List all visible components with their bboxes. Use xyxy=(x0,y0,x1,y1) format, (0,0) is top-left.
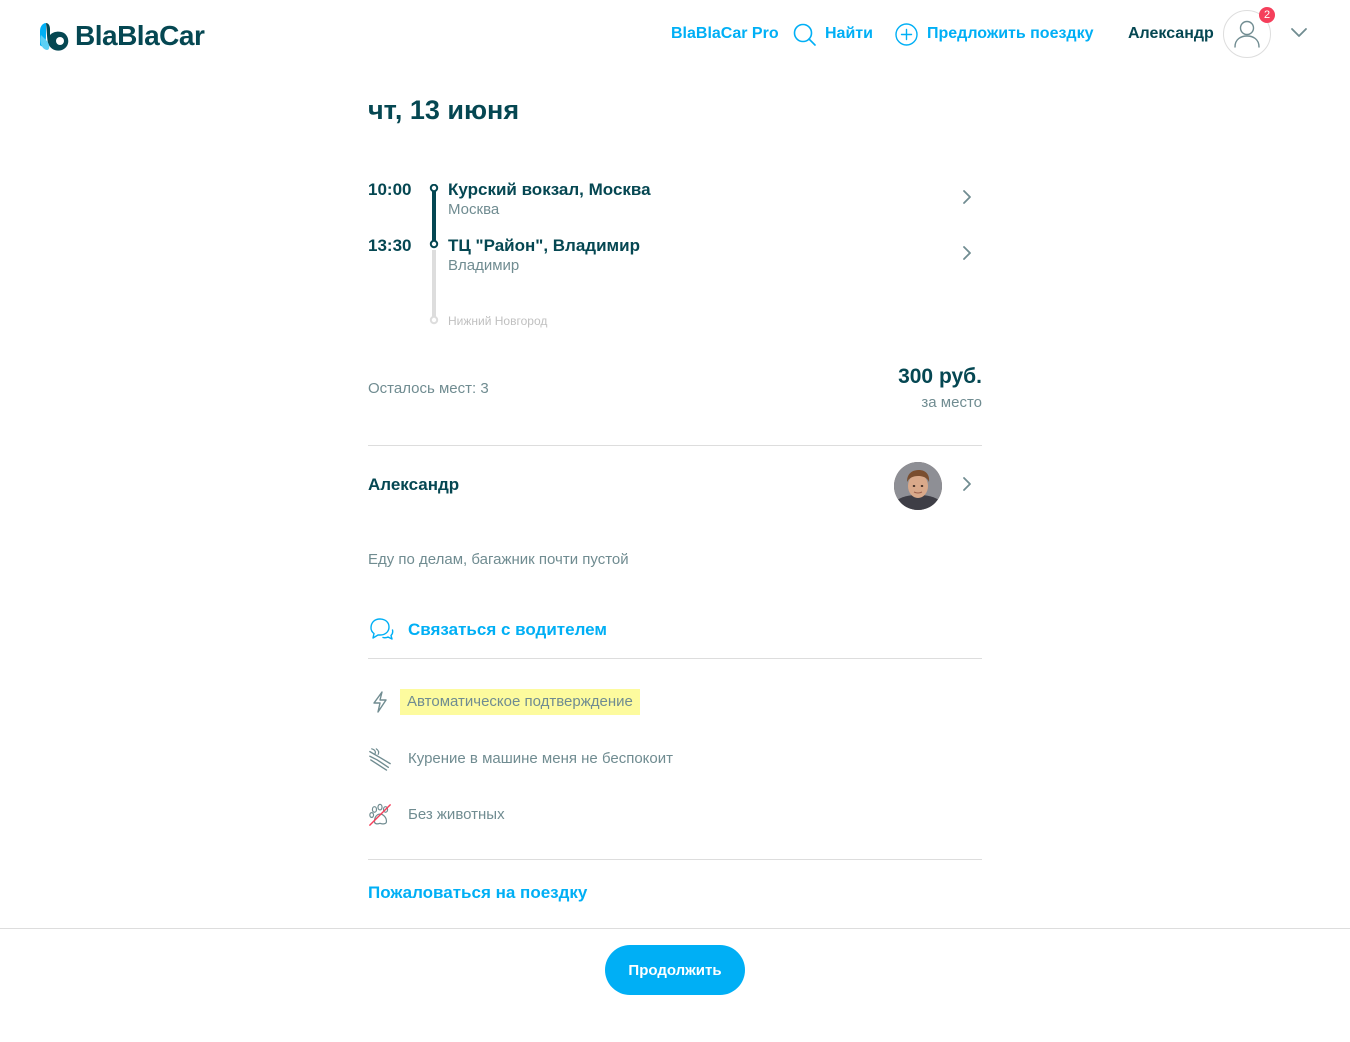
search-icon xyxy=(793,23,816,46)
no-pets-icon xyxy=(368,803,392,827)
logo-text: BlaBlaCar xyxy=(75,20,205,51)
report-trip-link[interactable]: Пожаловаться на поездку xyxy=(368,881,587,905)
preference-smoking: Курение в машине меня не беспокоит xyxy=(368,745,982,773)
lightning-icon xyxy=(368,690,392,714)
trip-date: чт, 13 июня xyxy=(368,95,520,125)
plus-circle-icon xyxy=(895,22,918,46)
nav-pro-label: BlaBlaCar Pro xyxy=(671,25,779,42)
preference-label: Без животных xyxy=(408,806,505,823)
chevron-right-icon xyxy=(962,245,972,266)
blablacar-logo[interactable]: BlaBlaCar xyxy=(38,16,205,56)
route-stop-departure[interactable]: 10:00 Курский вокзал, Москва Москва xyxy=(368,179,982,223)
divider xyxy=(368,658,982,659)
logo-icon xyxy=(40,23,69,51)
chevron-right-icon xyxy=(962,189,972,210)
preference-label: Курение в машине меня не беспокоит xyxy=(408,750,673,767)
preference-label: Автоматическое подтверждение xyxy=(400,689,640,715)
price-unit: за место xyxy=(921,394,982,411)
driver-note: Еду по делам, багажник почти пустой xyxy=(368,551,629,568)
chat-icon xyxy=(368,615,394,646)
chevron-down-icon[interactable] xyxy=(1290,26,1308,45)
divider xyxy=(368,445,982,446)
route-stop-arrival[interactable]: 13:30 ТЦ "Район", Владимир Владимир xyxy=(368,235,982,279)
contact-driver-button[interactable]: Связаться с водителем xyxy=(368,616,607,644)
final-destination: Нижний Новгород xyxy=(448,314,548,328)
driver-avatar[interactable] xyxy=(894,462,942,510)
departure-city: Москва xyxy=(448,201,500,218)
departure-time: 10:00 xyxy=(368,180,412,199)
nav-offer-label: Предложить поездку xyxy=(927,25,1094,42)
user-name[interactable]: Александр xyxy=(1128,20,1214,48)
preference-no-pets: Без животных xyxy=(368,801,982,829)
departure-place: Курский вокзал, Москва xyxy=(448,180,651,199)
driver-name[interactable]: Александр xyxy=(368,474,459,496)
divider xyxy=(368,859,982,860)
contact-driver-label: Связаться с водителем xyxy=(408,620,607,639)
footer-divider xyxy=(0,928,1350,929)
top-navigation: BlaBlaCar BlaBlaCar Pro Найти Предложить… xyxy=(0,0,1350,68)
continue-button[interactable]: Продолжить xyxy=(605,945,745,995)
preference-auto-confirm: Автоматическое подтверждение xyxy=(368,688,982,716)
nav-find[interactable]: Найти xyxy=(793,20,873,48)
arrival-time: 13:30 xyxy=(368,236,412,255)
user-icon xyxy=(1234,20,1260,48)
nav-find-label: Найти xyxy=(825,25,873,42)
nav-offer-ride[interactable]: Предложить поездку xyxy=(895,20,1094,48)
seats-left: Осталось мест: 3 xyxy=(368,380,489,397)
trip-price: 300 руб. xyxy=(898,365,982,388)
nav-blablacar-pro[interactable]: BlaBlaCar Pro xyxy=(671,20,779,48)
arrival-place: ТЦ "Район", Владимир xyxy=(448,236,640,255)
chevron-right-icon[interactable] xyxy=(962,476,972,497)
smoking-icon xyxy=(368,747,392,771)
notification-badge: 2 xyxy=(1259,7,1275,23)
arrival-city: Владимир xyxy=(448,257,520,274)
